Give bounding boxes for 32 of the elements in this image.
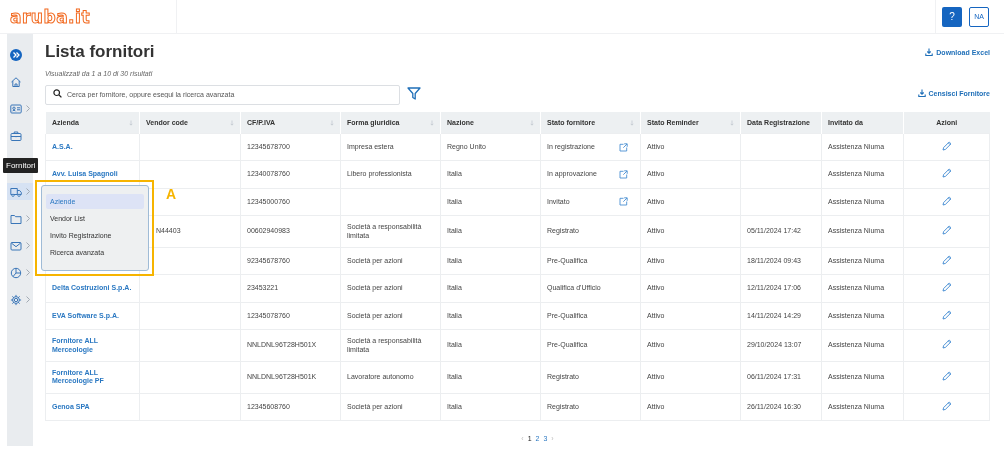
external-link-icon[interactable] <box>619 170 628 180</box>
download-icon <box>917 89 926 97</box>
home-icon <box>10 75 22 88</box>
edit-icon[interactable] <box>941 254 952 265</box>
edit-icon[interactable] <box>941 225 952 236</box>
edit-icon[interactable] <box>941 371 952 382</box>
expand-icon <box>10 48 22 61</box>
edit-icon[interactable] <box>941 168 952 179</box>
external-link-icon[interactable] <box>619 142 628 152</box>
annotation-label: A <box>166 186 177 202</box>
edit-icon[interactable] <box>941 339 952 350</box>
external-link-icon[interactable] <box>619 197 628 207</box>
briefcase-icon <box>10 129 22 142</box>
edit-icon[interactable] <box>941 400 952 411</box>
search-icon <box>53 89 62 98</box>
edit-icon[interactable] <box>941 309 952 320</box>
download-icon <box>925 48 934 56</box>
logo[interactable]: aruba.it <box>10 6 90 27</box>
filter-icon[interactable] <box>407 86 421 100</box>
pie-chart-icon <box>10 266 22 279</box>
truck-icon <box>10 185 22 198</box>
mail-icon <box>10 239 22 252</box>
edit-icon[interactable] <box>941 141 952 151</box>
sidebar-item[interactable] <box>7 183 33 200</box>
id-card-icon <box>10 102 22 115</box>
help-button[interactable]: ? <box>942 6 962 27</box>
tooltip: Fornitori <box>3 158 39 173</box>
settings-icon <box>10 293 22 306</box>
edit-icon[interactable] <box>941 282 952 293</box>
edit-icon[interactable] <box>941 195 952 206</box>
folder-icon <box>10 212 22 225</box>
page-title: Lista fornitori <box>45 42 155 62</box>
